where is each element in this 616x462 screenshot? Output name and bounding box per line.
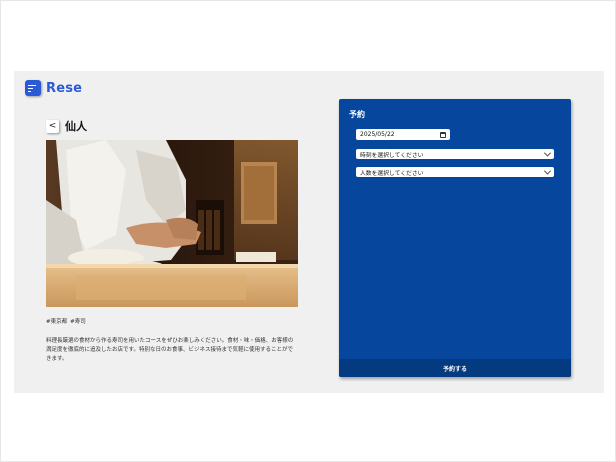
shop-photo [46, 140, 298, 307]
chevron-down-icon [543, 167, 552, 175]
time-select[interactable]: 時刻を選択してください [356, 149, 554, 159]
sushi-chef-image [46, 140, 298, 307]
app-header[interactable]: Rese [25, 78, 82, 98]
date-input[interactable]: 2025/05/22 [356, 129, 450, 140]
time-select-placeholder: 時刻を選択してください [360, 152, 424, 159]
people-select-placeholder: 人数を選択してください [360, 170, 424, 177]
date-value: 2025/05/22 [360, 131, 395, 138]
reservation-panel: 予約 2025/05/22 時刻を選択してください 人数を選択してください 予約… [339, 99, 571, 377]
browser-viewport: Rese < 仙人 #東京都 #寿司 料理長厳選の食材から作る寿司を用いたコース… [0, 0, 616, 462]
reservation-title: 予約 [349, 110, 365, 119]
shop-detail-page: Rese < 仙人 #東京都 #寿司 料理長厳選の食材から作る寿司を用いたコース… [14, 71, 604, 393]
shop-detail-header: < 仙人 [46, 118, 87, 134]
chevron-down-icon [543, 149, 552, 157]
shop-name: 仙人 [65, 120, 87, 133]
tag-area: #東京都 [46, 319, 68, 325]
menu-logo-icon[interactable] [25, 80, 41, 96]
shop-tags: #東京都 #寿司 [46, 317, 86, 325]
calendar-icon[interactable] [440, 131, 446, 138]
tag-genre: #寿司 [70, 319, 86, 325]
shop-description: 料理長厳選の食材から作る寿司を用いたコースをぜひお楽しみください。食材・味・価格… [46, 338, 294, 362]
brand-name: Rese [46, 80, 83, 96]
reserve-submit-button[interactable]: 予約する [339, 359, 571, 377]
back-button[interactable]: < [46, 119, 59, 133]
people-select[interactable]: 人数を選択してください [356, 167, 554, 177]
